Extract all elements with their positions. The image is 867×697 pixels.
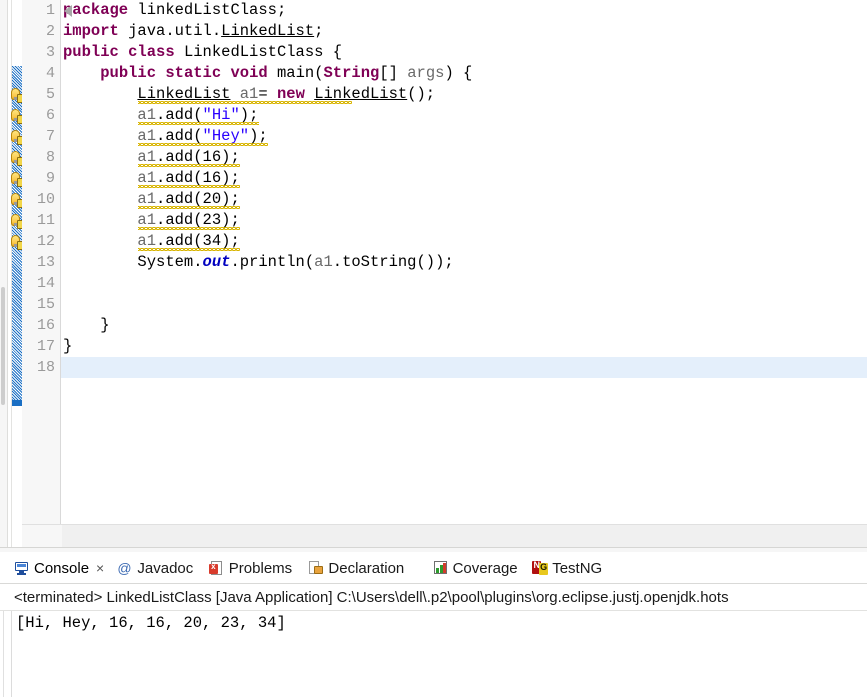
line-number: 7 <box>45 128 55 145</box>
testng-logo-icon <box>532 560 549 576</box>
warning-squiggle-underline <box>137 164 241 167</box>
code-line[interactable]: } <box>61 336 867 357</box>
console-output-pane[interactable]: [Hi, Hey, 16, 16, 20, 23, 34] <box>0 611 867 697</box>
console-output-text: [Hi, Hey, 16, 16, 20, 23, 34] <box>16 614 286 632</box>
tab-coverage[interactable]: Coverage <box>433 553 518 583</box>
code-line[interactable]: } <box>61 315 867 336</box>
line-number: 17 <box>36 338 55 355</box>
line-number: 1 <box>45 2 55 19</box>
console-left-border-inner <box>11 611 12 697</box>
line-number: 16 <box>36 317 55 334</box>
tab-javadoc[interactable]: @ Javadoc <box>117 553 193 583</box>
line-number: 13 <box>36 254 55 271</box>
tab-testng[interactable]: TestNG <box>532 553 602 583</box>
warning-squiggle-underline <box>137 206 241 209</box>
tab-label: Javadoc <box>137 559 194 577</box>
tab-problems[interactable]: Problems <box>208 553 293 583</box>
line-number: 11 <box>36 212 55 229</box>
warning-squiggle-underline <box>137 122 259 125</box>
console-launch-config-text: <terminated> LinkedListClass [Java Appli… <box>14 588 729 606</box>
close-icon[interactable]: × <box>96 561 104 575</box>
console-view: Console × @ Javadoc Problems Declaration Cover… <box>0 553 867 697</box>
line-number: 6 <box>45 107 55 124</box>
line-number: 14 <box>36 275 55 292</box>
problems-error-icon <box>208 560 225 576</box>
code-line[interactable] <box>61 294 867 315</box>
line-number: 5 <box>45 86 55 103</box>
console-tab-bar[interactable]: Console × @ Javadoc Problems Declaration Cover… <box>0 553 867 584</box>
eclipse-ide-window: 123456789101112131415161718 package link… <box>0 0 867 697</box>
tab-label: TestNG <box>552 559 603 577</box>
declaration-icon <box>308 560 324 576</box>
line-number: 12 <box>36 233 55 250</box>
line-number: 9 <box>45 170 55 187</box>
code-line[interactable] <box>61 357 867 378</box>
tab-label: Coverage <box>452 559 518 577</box>
console-launch-config-line: <terminated> LinkedListClass [Java Appli… <box>0 584 867 611</box>
code-line[interactable]: public static void main(String[] args) { <box>61 63 867 84</box>
outer-vertical-scrollbar-thumb[interactable] <box>1 287 5 405</box>
tab-label: Console <box>34 559 90 577</box>
scroll-left-arrow-icon[interactable] <box>64 5 72 17</box>
editor-console-divider[interactable] <box>0 548 867 552</box>
java-editor[interactable]: 123456789101112131415161718 package link… <box>0 0 867 552</box>
code-line[interactable]: import java.util.LinkedList; <box>61 21 867 42</box>
code-line[interactable]: public class LinkedListClass { <box>61 42 867 63</box>
warning-squiggle-underline <box>137 248 241 251</box>
line-number: 18 <box>36 359 55 376</box>
editor-left-chrome-strip <box>0 0 8 551</box>
warning-squiggle-underline <box>137 185 241 188</box>
code-line[interactable]: System.out.println(a1.toString()); <box>61 252 867 273</box>
console-left-border-outer <box>3 611 4 697</box>
line-number: 4 <box>45 65 55 82</box>
coverage-chart-icon <box>433 560 449 576</box>
code-line[interactable]: package linkedListClass; <box>61 0 867 21</box>
warning-squiggle-underline <box>137 227 241 230</box>
line-number: 15 <box>36 296 55 313</box>
tab-declaration[interactable]: Declaration <box>308 553 404 583</box>
tab-label: Declaration <box>328 559 405 577</box>
code-surface[interactable]: package linkedListClass; import java.util… <box>61 0 867 551</box>
editor-horizontal-scrollbar[interactable] <box>22 524 867 547</box>
console-monitor-icon <box>14 560 30 576</box>
tab-label: Problems <box>228 559 293 577</box>
line-number: 2 <box>45 23 55 40</box>
line-number: 8 <box>45 149 55 166</box>
tab-console[interactable]: Console × <box>14 553 104 583</box>
line-number: 3 <box>45 44 55 61</box>
javadoc-at-icon: @ <box>117 560 132 576</box>
line-number-ruler: 1 2 3 4 5 6 7 8 9 10 11 12 13 14 15 16 17 18 <box>22 0 61 551</box>
line-number: 10 <box>36 191 55 208</box>
scrollbar-corner <box>22 525 62 547</box>
code-line[interactable] <box>61 273 867 294</box>
warning-squiggle-underline <box>137 101 352 104</box>
warning-squiggle-underline <box>137 143 269 146</box>
